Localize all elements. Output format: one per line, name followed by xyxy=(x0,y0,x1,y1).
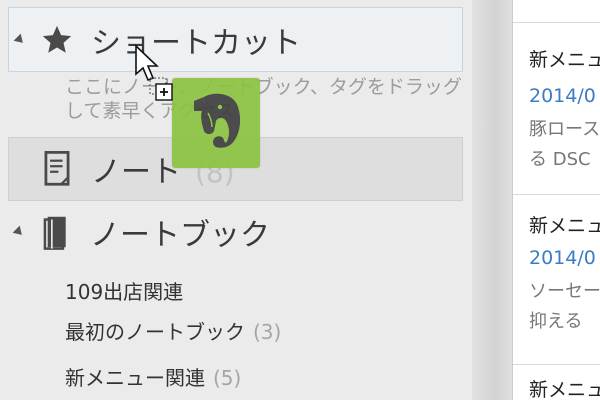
notebook-item-new-menu[interactable]: 新メニュー関連 (5) xyxy=(65,362,241,391)
notebook-item-first[interactable]: 最初のノートブック (3) xyxy=(65,316,281,345)
notebook-item-count: (5) xyxy=(213,366,242,390)
expand-triangle-icon[interactable] xyxy=(13,33,27,46)
note-snippet: ソーセー xyxy=(529,281,600,302)
notebook-icon xyxy=(38,214,74,250)
notebook-item-count: (3) xyxy=(253,320,282,344)
evernote-elephant-icon xyxy=(184,87,248,159)
drag-copy-cursor-icon xyxy=(134,44,184,104)
note-snippet: 豚ロース xyxy=(529,119,600,140)
note-title: 新メニュ xyxy=(529,379,600,400)
shortcuts-label: ショートカット xyxy=(91,25,301,61)
drag-ghost xyxy=(172,78,260,168)
notebook-item-label: 109出店関連 xyxy=(65,280,184,304)
notebook-item-109[interactable]: 109出店関連 xyxy=(65,276,183,305)
note-list: 新メニュ 2014/0 豚ロース る DSC 新メニュ 2014/0 ソーセー … xyxy=(513,0,600,400)
note-date: 2014/0 xyxy=(529,85,596,107)
shortcuts-header[interactable]: ショートカット xyxy=(8,7,463,72)
sidebar: ショートカット ここにノート、ノートブック、タグをドラッグして素早くアクセス ノ… xyxy=(0,0,472,400)
note-card[interactable]: 新メニュ 2014/0 豚ロース る DSC xyxy=(513,22,600,195)
note-date: 2014/0 xyxy=(529,247,596,269)
note-snippet: る DSC xyxy=(529,149,591,170)
note-title: 新メニュ xyxy=(529,215,600,237)
star-icon xyxy=(39,22,75,58)
shortcuts-hint: ここにノート、ノートブック、タグをドラッグして素早くアクセス xyxy=(65,76,462,122)
evernote-window: ショートカット ここにノート、ノートブック、タグをドラッグして素早くアクセス ノ… xyxy=(0,0,600,400)
notebooks-label: ノートブック xyxy=(90,218,270,253)
note-card[interactable]: 新メニュ xyxy=(513,364,600,400)
notes-label-text: ノート xyxy=(91,155,181,190)
note-icon xyxy=(39,151,75,187)
note-snippet: 抑える xyxy=(529,311,583,332)
notebooks-header[interactable]: ノートブック xyxy=(8,203,463,261)
note-title: 新メニュ xyxy=(529,49,600,71)
pane-divider[interactable] xyxy=(472,0,513,400)
notebook-item-label: 新メニュー関連 xyxy=(65,366,205,390)
notebook-item-label: 最初のノートブック xyxy=(65,320,245,344)
expand-triangle-icon[interactable] xyxy=(12,225,26,239)
note-card[interactable]: 新メニュ 2014/0 ソーセー 抑える xyxy=(513,194,600,365)
